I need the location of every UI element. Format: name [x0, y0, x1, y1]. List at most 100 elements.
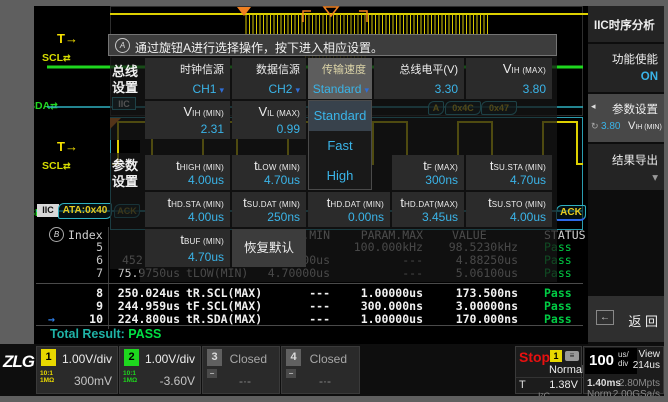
- cell-param-min: ---: [309, 286, 330, 300]
- cell-param-min: ---: [309, 312, 330, 326]
- cell-time: 250.024us: [118, 286, 180, 300]
- channel-2-info[interactable]: 2 1.00V/div -3.60V 10:11MΩ: [119, 346, 201, 394]
- data-source-cell[interactable]: 数据信源 CH2▾: [232, 58, 306, 99]
- probe-ratio: 10:1: [40, 370, 53, 377]
- restore-default-button[interactable]: 恢复默认: [232, 229, 306, 267]
- channel-1-info[interactable]: 1 1.00V/div 300mV 10:11MΩ: [36, 346, 118, 394]
- knob-icon: ↻: [591, 121, 599, 132]
- decode-ack-label: ACK: [556, 205, 586, 221]
- channel-3-info[interactable]: 3 Closed − -·-: [202, 346, 280, 394]
- thddat-min-cell[interactable]: tHD.DAT (MIN) 0.00ns: [308, 192, 390, 227]
- sidebar-title-text: IIC时序分析: [594, 17, 655, 33]
- cell-param-max: 300.000ns: [361, 299, 423, 313]
- cell-label-sub: IH (MAX): [512, 66, 547, 75]
- timebase-unit: us/: [618, 350, 629, 359]
- run-state: Stop: [519, 349, 550, 365]
- cell-value: 173.500ns: [456, 286, 518, 300]
- cell-label-sub: HIGH (MIN): [180, 163, 224, 172]
- cell-value: 4.70us: [264, 173, 300, 187]
- total-result-value: PASS: [128, 327, 161, 341]
- divider: [516, 377, 583, 378]
- cell-label-sub: F (MAX): [427, 163, 458, 172]
- vih-max-cell[interactable]: VIH (MAX) 3.80: [466, 58, 552, 99]
- sidebar-item-export[interactable]: 结果导出 ▾: [588, 144, 664, 190]
- cell-value: CH1: [192, 82, 216, 96]
- timebase-status[interactable]: 100 us/ div View 214us 1.40ms 2.80Mpts N…: [583, 346, 664, 394]
- tsusta-min-cell[interactable]: tSU.STA (MIN) 4.70us: [466, 155, 552, 190]
- chevron-down-icon: ▾: [364, 85, 369, 95]
- bezel-right: [664, 6, 668, 402]
- cell-value: CH2: [268, 82, 292, 96]
- channel-4-info[interactable]: 4 Closed − -·-: [281, 346, 360, 394]
- dropdown-item-standard[interactable]: Standard: [309, 101, 371, 131]
- cell-index: 6: [96, 253, 103, 267]
- cell-value: 2.31: [201, 122, 224, 136]
- enable-label: 功能使能: [612, 51, 658, 67]
- tsudat-min-cell[interactable]: tSU.DAT (MIN) 250ns: [232, 192, 306, 227]
- cell-index: 5: [96, 240, 103, 254]
- sidebar-title: IIC时序分析: [588, 6, 664, 42]
- bus-level-cell[interactable]: 总线电平(V) 3.30: [374, 58, 464, 99]
- channel-state: Closed: [230, 352, 267, 366]
- cell-value: 3.80: [523, 82, 546, 96]
- thdsta-min-cell[interactable]: tHD.STA (MIN) 4.00us: [145, 192, 230, 227]
- cell-value: 0.99: [277, 122, 300, 136]
- input-impedance: 1MΩ: [40, 377, 54, 384]
- tbuf-min-cell[interactable]: tBUF (MIN) 4.70us: [145, 229, 230, 267]
- dropdown-item-fast[interactable]: Fast: [309, 131, 371, 161]
- sidebar-item-param-settings[interactable]: ◂ 参数设置 ↻ 3.80 VIH (MIN): [588, 94, 664, 142]
- table-row[interactable]: 8 250.024us tR.SCL(MAX) --- 1.00000us 17…: [36, 286, 583, 299]
- cell-label-sub: IH (MIN): [192, 109, 224, 118]
- cell-value: 3.45us: [422, 210, 458, 224]
- channel-offset: -·-: [319, 374, 331, 388]
- volts-per-div: 1.00V/div: [145, 352, 195, 366]
- cell-param: tR.SCL(MAX): [186, 286, 262, 300]
- probe-ratio: 10:1: [123, 370, 136, 377]
- trigger-status[interactable]: Stop 1 ≡ Normal T 1.38V I²C: [515, 346, 582, 394]
- table-row[interactable]: 9 244.959us tF.SCL(MAX) --- 300.000ns 3.…: [36, 299, 583, 312]
- cell-label: 数据信源: [256, 61, 300, 77]
- cell-label-sub: SU.DAT (MIN): [247, 200, 300, 209]
- vih-min-cell[interactable]: VIH (MIN) 2.31: [145, 101, 230, 139]
- cell-value: 3.00000ns: [456, 299, 518, 313]
- oscilloscope-screen: T→ SCL⇄ SDA⇄ T→ SCL⇄ SDA⇄ IIC A 0x4C 0x4…: [0, 0, 668, 402]
- left-triangle-icon: ◂: [591, 101, 596, 112]
- dropdown-item-high[interactable]: High: [309, 161, 371, 191]
- cell-label: V: [258, 104, 267, 119]
- cell-label-sub: IL (MAX): [267, 109, 300, 118]
- cell-value: 3.30: [435, 82, 458, 96]
- vil-max-cell[interactable]: VIL (MAX) 0.99: [232, 101, 306, 139]
- tsusto-min-cell[interactable]: tSU.STO (MIN) 4.00us: [466, 192, 552, 227]
- cell-time: 244.959us: [118, 299, 180, 313]
- cell-value: 4.70us: [188, 250, 224, 264]
- section-param-label: 参数设置: [112, 158, 142, 190]
- timebase-scale: 100: [589, 352, 614, 369]
- back-label: 返 回: [628, 311, 658, 330]
- timebase-unit: div: [618, 359, 628, 368]
- clock-source-cell[interactable]: 时钟信源 CH1▾: [145, 58, 230, 99]
- cell-value: 4.00us: [188, 210, 224, 224]
- minus-icon: −: [286, 369, 296, 378]
- cell-param: tR.SDA(MAX): [186, 312, 262, 326]
- trigger-delay: 1.40ms: [587, 378, 621, 389]
- sidebar-item-enable[interactable]: 功能使能 ON: [588, 44, 664, 92]
- cell-index: 10: [89, 312, 103, 326]
- memory-depth: 2.80Mpts: [619, 378, 660, 389]
- thddat-max-cell[interactable]: tHD.DAT(MAX) 3.45us: [392, 192, 464, 227]
- bus-trigger-icon: ≡: [565, 351, 579, 361]
- tlow-min-cell[interactable]: tLOW (MIN) 4.70us: [232, 155, 306, 190]
- tf-max-cell[interactable]: tF (MAX) 300ns: [392, 155, 464, 190]
- speed-cell-selected[interactable]: 传输速度 Standard▾: [308, 58, 372, 99]
- cell-index: 8: [96, 286, 103, 300]
- back-arrow-icon: ←: [596, 310, 614, 325]
- back-button[interactable]: ← 返 回: [588, 296, 664, 342]
- bezel-bottom: [0, 396, 664, 402]
- table-row-selected[interactable]: → 10 224.800us tR.SDA(MAX) --- 1.00000us…: [36, 312, 583, 325]
- channel-state: Closed: [310, 352, 347, 366]
- cell-label: 时钟信源: [180, 61, 224, 77]
- cell-time: 224.800us: [118, 312, 180, 326]
- thigh-min-cell[interactable]: tHIGH (MIN) 4.00us: [145, 155, 230, 190]
- cell-status: Pass: [544, 286, 572, 300]
- total-result-label: Total Result:: [50, 327, 125, 341]
- section-bus-label: 总线设置: [112, 64, 142, 96]
